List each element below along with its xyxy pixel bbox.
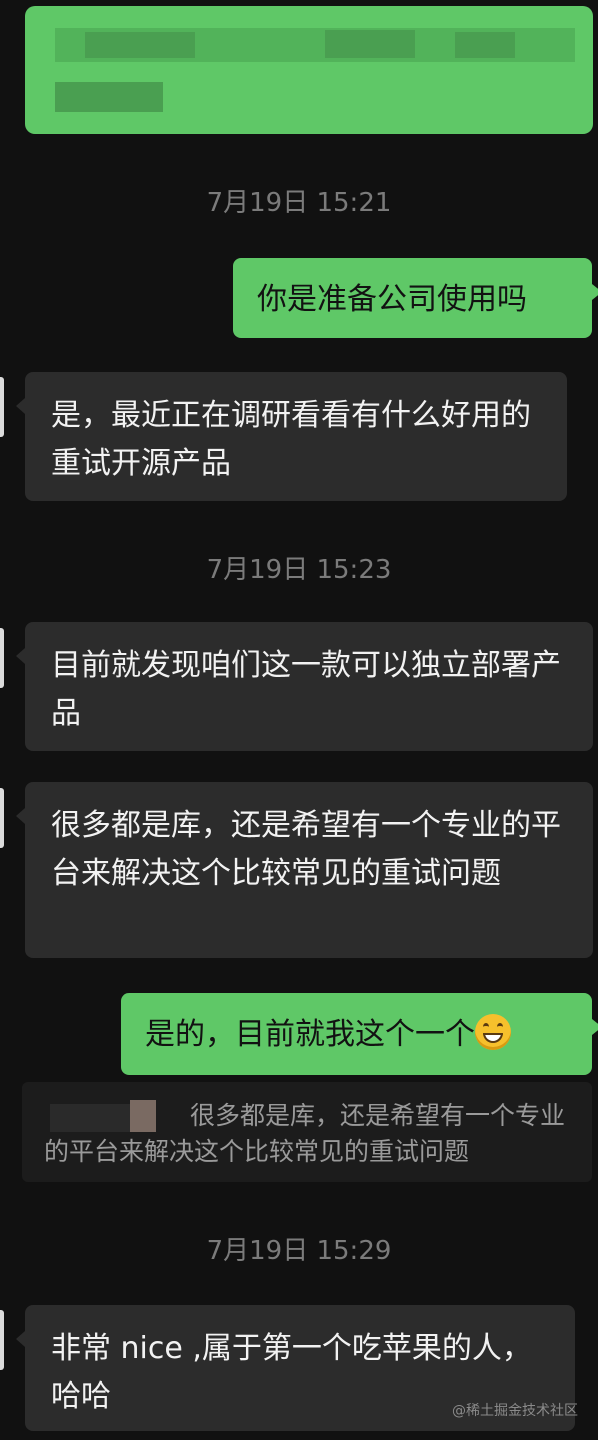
quoted-text: 很多都是库，还是希望有一个专业的平台来解决这个比较常见的重试问题 — [44, 1101, 566, 1166]
blur-block — [455, 32, 515, 58]
message-text: 很多都是库，还是希望有一个专业的平台来解决这个比较常见的重试问题 — [51, 808, 561, 891]
outgoing-message-bubble[interactable]: 你是准备公司使用吗 — [233, 258, 598, 338]
grinning-face-icon — [475, 1014, 511, 1050]
quoted-message[interactable]: 很多都是库，还是希望有一个专业的平台来解决这个比较常见的重试问题 — [22, 1082, 592, 1182]
avatar[interactable] — [0, 628, 4, 688]
timestamp: 7月19日 15:29 — [206, 1236, 392, 1266]
incoming-message-bubble[interactable]: 目前就发现咱们这一款可以独立部署产品 — [16, 622, 593, 751]
outgoing-message-bubble[interactable]: 是的，目前就我这个一个 — [121, 993, 598, 1075]
timestamp: 7月19日 15:23 — [206, 555, 392, 585]
message-text: 目前就发现咱们这一款可以独立部署产品 — [51, 648, 561, 731]
avatar[interactable] — [0, 377, 4, 437]
message-text: 你是准备公司使用吗 — [257, 282, 527, 317]
incoming-message-bubble[interactable]: 是，最近正在调研看看有什么好用的重试开源产品 — [16, 372, 567, 501]
blur-block — [85, 32, 195, 58]
incoming-message-bubble[interactable]: 很多都是库，还是希望有一个专业的平台来解决这个比较常见的重试问题 — [16, 782, 593, 958]
watermark: @稀土掘金技术社区 — [452, 1403, 578, 1419]
avatar[interactable] — [0, 788, 4, 848]
blur-block — [325, 30, 415, 58]
message-text: 是，最近正在调研看看有什么好用的重试开源产品 — [51, 398, 531, 481]
message-text: 是的，目前就我这个一个 — [145, 1017, 475, 1052]
timestamp: 7月19日 15:21 — [206, 188, 392, 218]
blurred-outgoing-message[interactable] — [25, 6, 593, 134]
avatar[interactable] — [0, 1310, 4, 1370]
blur-block — [55, 82, 163, 112]
